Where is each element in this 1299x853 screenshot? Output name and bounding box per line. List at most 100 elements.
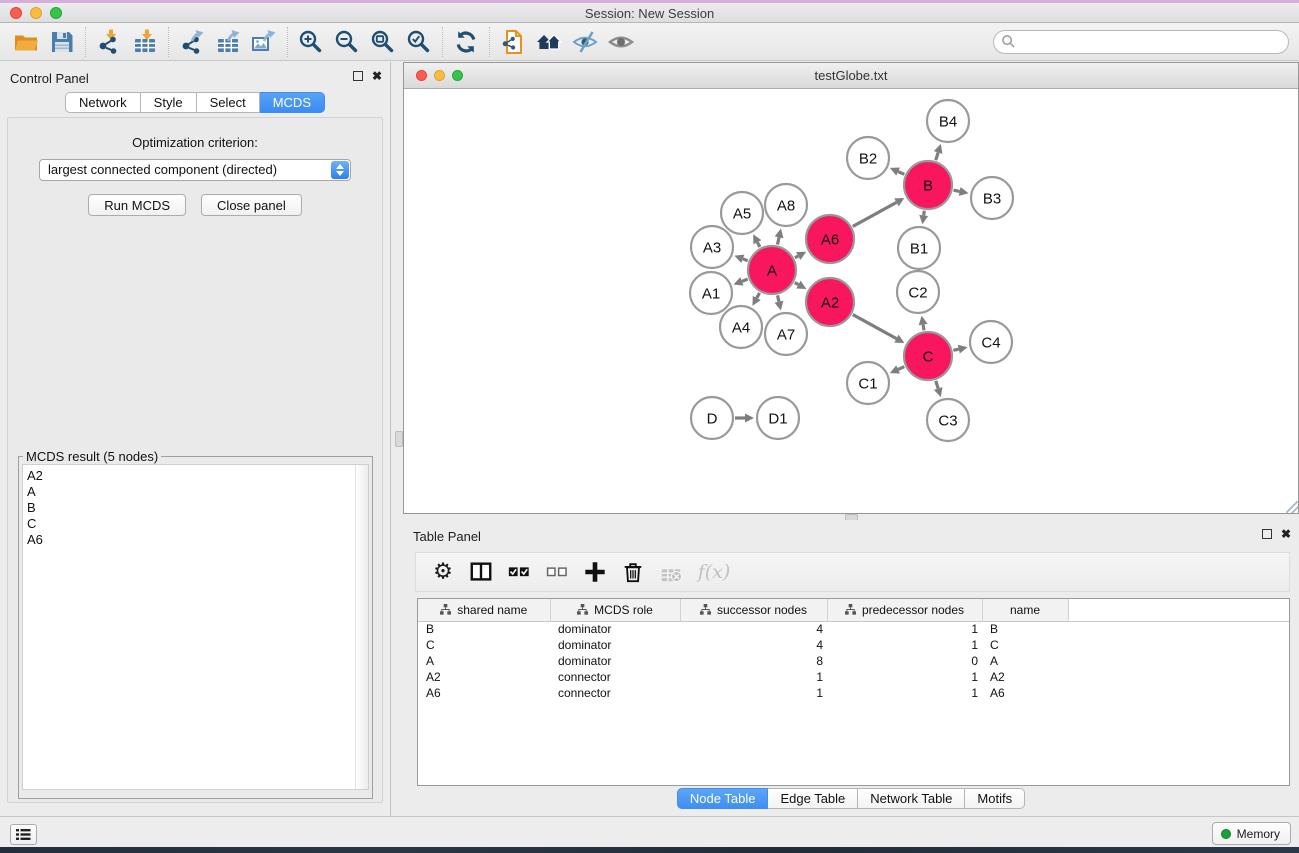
network-graph[interactable]: B4B2BB3A8A5A6A3B1AC2A1A2A4A7C4CC1C3DD1 <box>404 89 1298 513</box>
tab-style[interactable]: Style <box>141 92 197 113</box>
edge-B-B1[interactable] <box>924 211 925 216</box>
select-all-button[interactable] <box>502 556 536 588</box>
edge-B-B2[interactable] <box>898 172 904 175</box>
cell-mcds-role[interactable]: dominator <box>550 653 680 669</box>
cell-mcds-role[interactable]: dominator <box>550 637 680 653</box>
cell-shared-name[interactable]: A6 <box>418 685 550 701</box>
network-canvas[interactable]: B4B2BB3A8A5A6A3B1AC2A1A2A4A7C4CC1C3DD1 <box>404 89 1298 513</box>
cell-mcds-role[interactable]: dominator <box>550 621 680 637</box>
import-table-button[interactable] <box>127 26 163 58</box>
cell-predecessor-nodes[interactable]: 0 <box>827 653 982 669</box>
cell-name[interactable]: A6 <box>982 685 1068 701</box>
cell-mcds-role[interactable]: connector <box>550 685 680 701</box>
node-table[interactable]: shared nameMCDS rolesuccessor nodesprede… <box>417 598 1290 786</box>
edge-A-A8[interactable] <box>777 237 779 244</box>
cell-name[interactable]: C <box>982 637 1068 653</box>
edge-A-A2[interactable] <box>795 283 799 285</box>
cell-successor-nodes[interactable]: 1 <box>680 685 827 701</box>
edge-B-B4[interactable] <box>936 152 938 160</box>
table-row[interactable]: A2connector11A2 <box>418 669 1289 685</box>
cell-shared-name[interactable]: B <box>418 621 550 637</box>
home-button[interactable] <box>531 26 567 58</box>
cell-shared-name[interactable]: A <box>418 653 550 669</box>
close-panel-button[interactable]: Close panel <box>201 194 302 216</box>
tab-mcds[interactable]: MCDS <box>260 92 325 113</box>
search-box[interactable] <box>993 30 1289 54</box>
optimization-criterion-select[interactable]: largest connected component (directed) <box>39 159 351 181</box>
zoom-out-button[interactable] <box>329 26 365 58</box>
memory-button[interactable]: Memory <box>1212 822 1291 845</box>
column-header-mcds-role[interactable]: MCDS role <box>550 599 680 621</box>
export-network-button[interactable] <box>174 26 210 58</box>
edge-C-C2[interactable] <box>923 325 924 331</box>
zoom-selected-button[interactable] <box>401 26 437 58</box>
close-panel-icon[interactable]: ✖ <box>372 71 382 81</box>
result-item[interactable]: A <box>23 484 368 500</box>
cell-name[interactable]: B <box>982 621 1068 637</box>
tab-select[interactable]: Select <box>197 92 260 113</box>
result-item[interactable]: A6 <box>23 532 368 548</box>
result-item[interactable]: A2 <box>23 465 368 484</box>
edge-C-C1[interactable] <box>898 367 904 370</box>
zoom-fit-button[interactable] <box>365 26 401 58</box>
task-history-button[interactable] <box>10 824 37 845</box>
cell-name[interactable]: A <box>982 653 1068 669</box>
cell-successor-nodes[interactable]: 4 <box>680 637 827 653</box>
edge-A-A7[interactable] <box>778 295 779 301</box>
tab-edge-table[interactable]: Edge Table <box>768 788 858 809</box>
cell-predecessor-nodes[interactable]: 1 <box>827 669 982 685</box>
table-row[interactable]: Adominator80A <box>418 653 1289 669</box>
refresh-button[interactable] <box>448 26 484 58</box>
cell-shared-name[interactable]: A2 <box>418 669 550 685</box>
cell-name[interactable]: A2 <box>982 669 1068 685</box>
split-view-button[interactable] <box>464 556 498 588</box>
export-image-button[interactable] <box>246 26 282 58</box>
import-network-button[interactable] <box>91 26 127 58</box>
edge-A-A5[interactable] <box>757 242 760 247</box>
cell-predecessor-nodes[interactable]: 1 <box>827 685 982 701</box>
window-resize-grip[interactable] <box>1286 501 1298 513</box>
hide-panels-button[interactable] <box>567 26 603 58</box>
delete-column-button[interactable] <box>616 556 650 588</box>
edge-A-A6[interactable] <box>795 256 798 258</box>
table-row[interactable]: Bdominator41B <box>418 621 1289 637</box>
tab-network-table[interactable]: Network Table <box>858 788 965 809</box>
cell-successor-nodes[interactable]: 4 <box>680 621 827 637</box>
search-input[interactable] <box>1016 33 1288 51</box>
result-item[interactable]: C <box>23 516 368 532</box>
zoom-in-button[interactable] <box>293 26 329 58</box>
clone-network-button[interactable] <box>495 26 531 58</box>
edge-A2-C[interactable] <box>853 315 897 339</box>
add-column-button[interactable] <box>578 556 612 588</box>
tab-motifs[interactable]: Motifs <box>965 788 1025 809</box>
edge-A-A1[interactable] <box>742 279 748 281</box>
table-row[interactable]: Cdominator41C <box>418 637 1289 653</box>
column-header-shared-name[interactable]: shared name <box>418 599 550 621</box>
column-header-name[interactable]: name <box>982 599 1068 621</box>
export-table-button[interactable] <box>210 26 246 58</box>
cell-predecessor-nodes[interactable]: 1 <box>827 621 982 637</box>
deselect-all-button[interactable] <box>540 556 574 588</box>
settings-button[interactable]: ⚙ <box>426 556 460 588</box>
edge-A-A4[interactable] <box>757 293 760 298</box>
edge-C-C3[interactable] <box>936 381 938 389</box>
cell-mcds-role[interactable]: connector <box>550 669 680 685</box>
show-panels-button[interactable] <box>603 26 639 58</box>
float-panel-icon[interactable] <box>353 71 363 81</box>
tab-node-table[interactable]: Node Table <box>677 788 769 809</box>
edge-B-B3[interactable] <box>953 190 959 191</box>
mcds-result-list[interactable]: A2ABCA6 <box>22 464 369 790</box>
column-header-predecessor-nodes[interactable]: predecessor nodes <box>827 599 982 621</box>
column-header-successor-nodes[interactable]: successor nodes <box>680 599 827 621</box>
cell-successor-nodes[interactable]: 1 <box>680 669 827 685</box>
network-window-titlebar[interactable]: testGlobe.txt <box>404 63 1298 89</box>
vertical-splitter-grip[interactable] <box>395 431 403 447</box>
run-mcds-button[interactable]: Run MCDS <box>88 194 186 216</box>
float-table-panel-icon[interactable] <box>1262 529 1272 539</box>
cell-shared-name[interactable]: C <box>418 637 550 653</box>
save-session-button[interactable] <box>44 26 80 58</box>
table-row[interactable]: A6connector11A6 <box>418 685 1289 701</box>
edge-A6-B[interactable] <box>853 202 897 226</box>
result-item[interactable]: B <box>23 500 368 516</box>
cell-successor-nodes[interactable]: 8 <box>680 653 827 669</box>
